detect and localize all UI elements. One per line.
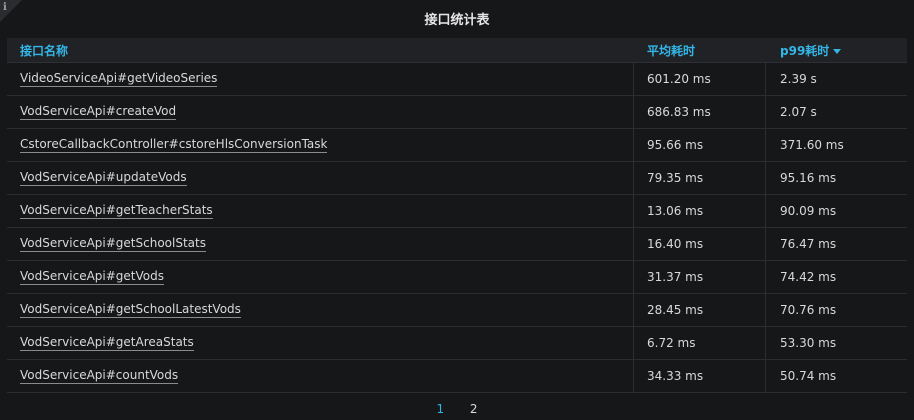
p99-latency-cell: 50.74 ms [780,369,837,383]
table-panel: i 接口统计表 接口名称 平均耗时 p99耗时 VideoServiceApi#… [0,0,914,420]
p99-latency-cell: 53.30 ms [780,336,837,350]
table-header: 接口名称 平均耗时 p99耗时 [7,38,907,63]
pagination: 1 2 [0,402,914,416]
column-divider [765,162,766,194]
column-divider [765,360,766,392]
p99-latency-cell: 74.42 ms [780,270,837,284]
table-row: VodServiceApi#getAreaStats 6.72 ms 53.30 m… [7,327,907,360]
p99-latency-cell: 95.16 ms [780,171,837,185]
column-divider [633,129,634,161]
column-divider [633,195,634,227]
table-row: VodServiceApi#countVods 34.33 ms 50.74 ms [7,360,907,393]
endpoint-name-link[interactable]: VodServiceApi#updateVods [20,170,187,186]
p99-latency-cell: 2.07 s [780,105,817,119]
table-row: VideoServiceApi#getVideoSeries 601.20 ms 2… [7,63,907,96]
p99-latency-cell: 90.09 ms [780,204,837,218]
endpoint-name-link[interactable]: VodServiceApi#getTeacherStats [20,203,213,219]
avg-latency-cell: 6.72 ms [647,336,696,350]
avg-latency-cell: 34.33 ms [647,369,704,383]
table-row: CstoreCallbackController#cstoreHlsConver… [7,129,907,162]
avg-latency-cell: 31.37 ms [647,270,704,284]
avg-latency-cell: 28.45 ms [647,303,704,317]
p99-latency-cell: 371.60 ms [780,138,844,152]
endpoint-name-link[interactable]: CstoreCallbackController#cstoreHlsConver… [20,137,328,153]
column-divider [633,96,634,128]
endpoint-name-link[interactable]: VideoServiceApi#getVideoSeries [20,71,218,87]
table-row: VodServiceApi#getSchoolLatestVods 28.45 m… [7,294,907,327]
table-body: VideoServiceApi#getVideoSeries 601.20 ms 2… [7,63,907,393]
column-divider [633,294,634,326]
column-divider [765,261,766,293]
p99-latency-cell: 76.47 ms [780,237,837,251]
avg-latency-cell: 16.40 ms [647,237,704,251]
p99-latency-cell: 2.39 s [780,72,817,86]
column-header-avg[interactable]: 平均耗时 [647,42,695,59]
column-divider [765,63,766,95]
column-divider [765,294,766,326]
table-row: VodServiceApi#createVod 686.83 ms 2.07 s [7,96,907,129]
column-header-name[interactable]: 接口名称 [20,42,68,59]
column-divider [765,129,766,161]
avg-latency-cell: 79.35 ms [647,171,704,185]
column-divider [765,228,766,260]
sort-desc-icon [833,48,842,54]
page-2-button[interactable]: 2 [470,402,478,416]
avg-latency-cell: 95.66 ms [647,138,704,152]
column-header-p99-label: p99耗时 [780,43,830,58]
endpoint-name-link[interactable]: VodServiceApi#getSchoolStats [20,236,206,252]
table-row: VodServiceApi#getTeacherStats 13.06 ms 90.… [7,195,907,228]
table-row: VodServiceApi#getSchoolStats 16.40 ms 76.4… [7,228,907,261]
endpoint-name-link[interactable]: VodServiceApi#createVod [20,104,177,120]
column-header-p99[interactable]: p99耗时 [780,42,842,59]
column-divider [633,228,634,260]
column-divider [765,327,766,359]
endpoint-name-link[interactable]: VodServiceApi#getAreaStats [20,335,194,351]
avg-latency-cell: 13.06 ms [647,204,704,218]
column-divider [765,96,766,128]
panel-title: 接口统计表 [424,13,490,28]
endpoint-name-link[interactable]: VodServiceApi#getSchoolLatestVods [20,302,241,318]
column-divider [633,162,634,194]
endpoint-name-link[interactable]: VodServiceApi#getVods [20,269,164,285]
column-divider [765,195,766,227]
column-divider [633,360,634,392]
table-row: VodServiceApi#getVods 31.37 ms 74.42 ms [7,261,907,294]
avg-latency-cell: 686.83 ms [647,105,711,119]
p99-latency-cell: 70.76 ms [780,303,837,317]
table-row: VodServiceApi#updateVods 79.35 ms 95.16 ms [7,162,907,195]
stats-table: 接口名称 平均耗时 p99耗时 VideoServiceApi#getVideo… [7,38,907,393]
column-divider [633,261,634,293]
column-divider [633,327,634,359]
endpoint-name-link[interactable]: VodServiceApi#countVods [20,368,179,384]
avg-latency-cell: 601.20 ms [647,72,711,86]
column-divider [633,63,634,95]
page-1-button[interactable]: 1 [436,402,444,416]
